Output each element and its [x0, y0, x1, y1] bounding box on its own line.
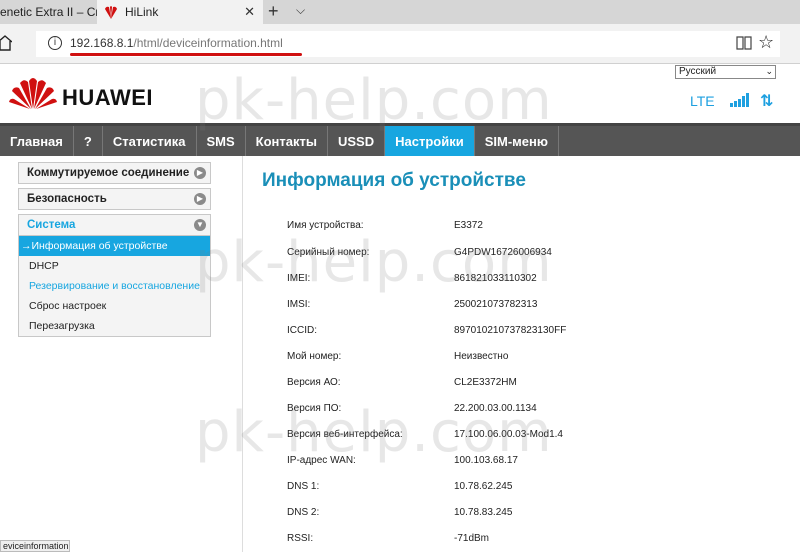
row-label: RSSI:: [287, 533, 314, 544]
table-row: Версия веб-интерфейса: 17.100.06.00.03-Mo…: [287, 429, 747, 445]
url-path: /html/deviceinformation.html: [133, 36, 283, 50]
huawei-favicon-icon: [105, 6, 117, 19]
address-bar: i 192.168.8.1/html/deviceinformation.htm…: [0, 24, 800, 64]
hilink-header: HUAWEI Русский ⌄ LTE ⇅: [0, 65, 800, 123]
tab-netis[interactable]: enetic Extra II – Сис: [0, 0, 97, 24]
nav-settings[interactable]: Настройки: [385, 126, 475, 156]
row-value: 22.200.03.00.1134: [454, 403, 537, 414]
table-row: Серийный номер: G4PDW16726006934: [287, 247, 747, 263]
row-label: IP-адрес WAN:: [287, 455, 356, 466]
tab-title: enetic Extra II – Сис: [0, 5, 97, 19]
row-value: 17.100.06.00.03-Mod1.4: [454, 429, 563, 440]
nav-sms[interactable]: SMS: [197, 126, 246, 156]
home-icon[interactable]: [0, 35, 12, 51]
row-value: 250021073782313: [454, 299, 538, 310]
url-highlight-underline: [70, 53, 302, 56]
row-value: CL2E3372HM: [454, 377, 517, 388]
sidebar-item-dhcp[interactable]: DHCP: [19, 256, 210, 276]
nav-statistics[interactable]: Статистика: [103, 126, 197, 156]
chevron-down-icon: ⌄: [765, 66, 773, 76]
sidebar-group-label: Система: [27, 219, 76, 231]
signal-strength-icon: [730, 93, 749, 107]
url-host: 192.168.8.1: [70, 36, 134, 50]
row-label: Версия АО:: [287, 377, 341, 388]
row-value: Неизвестно: [454, 351, 509, 362]
table-row: Имя устройства: E3372: [287, 220, 747, 236]
browser-window: enetic Extra II – Сис HiLink ✕ + ⌵ i 192…: [0, 0, 800, 552]
table-row: Версия ПО: 22.200.03.00.1134: [287, 403, 747, 419]
sidebar-item-label: Информация об устройстве: [31, 240, 168, 252]
row-label: IMEI:: [287, 273, 311, 284]
nav-sim-menu[interactable]: SIM-меню: [475, 126, 559, 156]
tab-title: HiLink: [125, 5, 159, 19]
main-nav: Главная ? Статистика SMS Контакты USSD Н…: [0, 123, 800, 156]
table-row: RSSI: -71dBm: [287, 533, 747, 549]
sidebar-group-system[interactable]: Система ▼: [18, 214, 211, 236]
chevron-right-icon: ▶: [194, 193, 206, 205]
row-value: -71dBm: [454, 533, 490, 544]
url-input[interactable]: i 192.168.8.1/html/deviceinformation.htm…: [36, 31, 780, 57]
new-tab-icon[interactable]: +: [268, 1, 279, 22]
info-icon[interactable]: i: [48, 36, 62, 50]
chevron-down-icon[interactable]: ⌵: [296, 3, 305, 18]
nav-home[interactable]: Главная: [0, 126, 74, 156]
table-row: IMEI: 861821033110302: [287, 273, 747, 289]
sidebar-system-items: →Информация об устройстве DHCP Резервиро…: [18, 236, 211, 337]
sidebar-group-security[interactable]: Безопасность ▶: [18, 188, 211, 210]
sidebar-item-reboot[interactable]: Перезагрузка: [19, 316, 210, 336]
row-label: DNS 1:: [287, 481, 320, 492]
row-value: G4PDW16726006934: [454, 247, 552, 258]
table-row: Версия АО: CL2E3372HM: [287, 377, 747, 393]
sidebar-item-factory-reset[interactable]: Сброс настроек: [19, 296, 210, 316]
sidebar-item-device-info[interactable]: →Информация об устройстве: [19, 236, 210, 256]
sidebar-group-label: Коммутируемое соединение: [27, 167, 190, 179]
row-label: DNS 2:: [287, 507, 320, 518]
row-label: IMSI:: [287, 299, 311, 310]
language-select[interactable]: Русский ⌄: [675, 65, 776, 79]
reading-view-icon[interactable]: [736, 35, 752, 51]
sidebar-item-backup-restore[interactable]: Резервирование и восстановление: [19, 276, 210, 296]
table-row: IMSI: 250021073782313: [287, 299, 747, 315]
row-value: E3372: [454, 220, 483, 231]
chevron-down-icon: ▼: [194, 219, 206, 231]
row-value: 10.78.62.245: [454, 481, 513, 492]
row-value: 861821033110302: [454, 273, 537, 284]
nav-ussd[interactable]: USSD: [328, 126, 386, 156]
sidebar-group-dialup[interactable]: Коммутируемое соединение ▶: [18, 162, 211, 184]
huawei-logo-icon: [9, 78, 57, 109]
row-label: Мой номер:: [287, 351, 342, 362]
brand-name: HUAWEI: [62, 85, 153, 110]
sidebar-group-label: Безопасность: [27, 193, 107, 205]
network-type-label: LTE: [690, 93, 715, 109]
close-tab-icon[interactable]: ✕: [244, 4, 255, 20]
tab-bar: enetic Extra II – Сис HiLink ✕ + ⌵: [0, 0, 800, 24]
chevron-right-icon: ▶: [194, 167, 206, 179]
table-row: ICCID: 897010210737823130FF: [287, 325, 747, 341]
row-value: 10.78.83.245: [454, 507, 513, 518]
data-transfer-icon: ⇅: [760, 93, 774, 110]
language-selected: Русский: [679, 66, 717, 77]
tab-hilink[interactable]: HiLink ✕: [97, 0, 263, 24]
settings-sidebar: Коммутируемое соединение ▶ Безопасность ▶ …: [18, 162, 211, 337]
row-value: 897010210737823130FF: [454, 325, 567, 336]
nav-help[interactable]: ?: [74, 126, 103, 156]
table-row: IP-адрес WAN: 100.103.68.17: [287, 455, 747, 471]
url-text: 192.168.8.1/html/deviceinformation.html: [70, 36, 283, 50]
row-label: Имя устройства:: [287, 220, 364, 231]
row-label: Серийный номер:: [287, 247, 370, 258]
row-label: ICCID:: [287, 325, 317, 336]
table-row: DNS 1: 10.78.62.245: [287, 481, 747, 497]
row-label: Версия ПО:: [287, 403, 342, 414]
favorite-star-icon[interactable]: ☆: [758, 32, 774, 53]
table-row: DNS 2: 10.78.83.245: [287, 507, 747, 523]
nav-contacts[interactable]: Контакты: [246, 126, 328, 156]
row-label: Версия веб-интерфейса:: [287, 429, 403, 440]
page-title: Информация об устройстве: [262, 170, 526, 191]
row-value: 100.103.68.17: [454, 455, 518, 466]
table-row: Мой номер: Неизвестно: [287, 351, 747, 367]
divider: [242, 156, 243, 552]
status-bar-url: eviceinformation.html: [0, 540, 70, 552]
